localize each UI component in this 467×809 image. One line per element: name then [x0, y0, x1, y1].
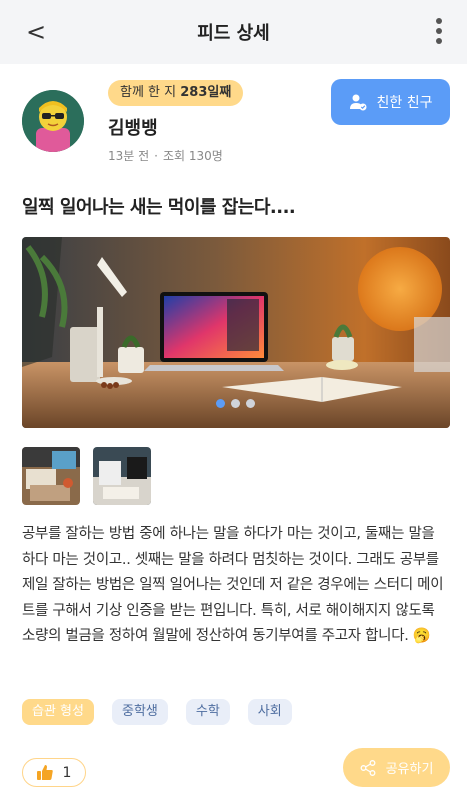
post-title: 일찍 일어나는 새는 먹이를 잡는다....	[22, 197, 296, 218]
carousel-dot[interactable]	[246, 399, 255, 408]
username[interactable]: 김뱅뱅	[108, 114, 158, 140]
share-button[interactable]: 공유하기	[343, 748, 450, 787]
page-title: 피드 상세	[197, 23, 270, 44]
carousel-dot[interactable]	[231, 399, 240, 408]
time-ago: 13분 전	[108, 149, 150, 163]
close-friend-label: 친한 친구	[376, 95, 433, 111]
carousel-dot[interactable]	[216, 399, 225, 408]
thumbs-up-icon	[36, 765, 53, 780]
tag-chip[interactable]: 중학생	[111, 699, 168, 725]
view-count: 조회 130명	[163, 149, 223, 163]
avatar[interactable]	[22, 90, 84, 152]
image-thumbnail[interactable]	[22, 447, 80, 505]
days-together-badge: 함께 한 지 283일째	[108, 80, 244, 106]
tag-list: 습관 형성 중학생 수학 사회	[22, 699, 292, 725]
post-body: 공부를 잘하는 방법 중에 하나는 말을 하다가 마는 것이고, 둘째는 말을 …	[22, 526, 444, 645]
like-button[interactable]: 1	[22, 758, 86, 787]
chevron-left-icon[interactable]: <	[26, 18, 46, 46]
user-check-icon	[349, 94, 366, 111]
days-prefix: 함께 한 지	[120, 85, 181, 100]
image-thumbnail[interactable]	[93, 447, 151, 505]
close-friend-button[interactable]: 친한 친구	[331, 79, 450, 125]
days-value: 283일째	[180, 85, 232, 100]
share-icon	[360, 759, 376, 776]
tag-chip[interactable]: 습관 형성	[22, 699, 94, 725]
more-vertical-icon[interactable]	[435, 18, 443, 44]
header-bar: < 피드 상세	[0, 0, 467, 64]
carousel-dots	[216, 399, 255, 408]
tag-chip[interactable]: 사회	[247, 699, 292, 725]
post-meta: 13분 전 · 조회 130명	[108, 149, 223, 163]
like-count: 1	[62, 764, 72, 781]
tag-chip[interactable]: 수학	[185, 699, 230, 725]
share-label: 공유하기	[385, 762, 434, 777]
